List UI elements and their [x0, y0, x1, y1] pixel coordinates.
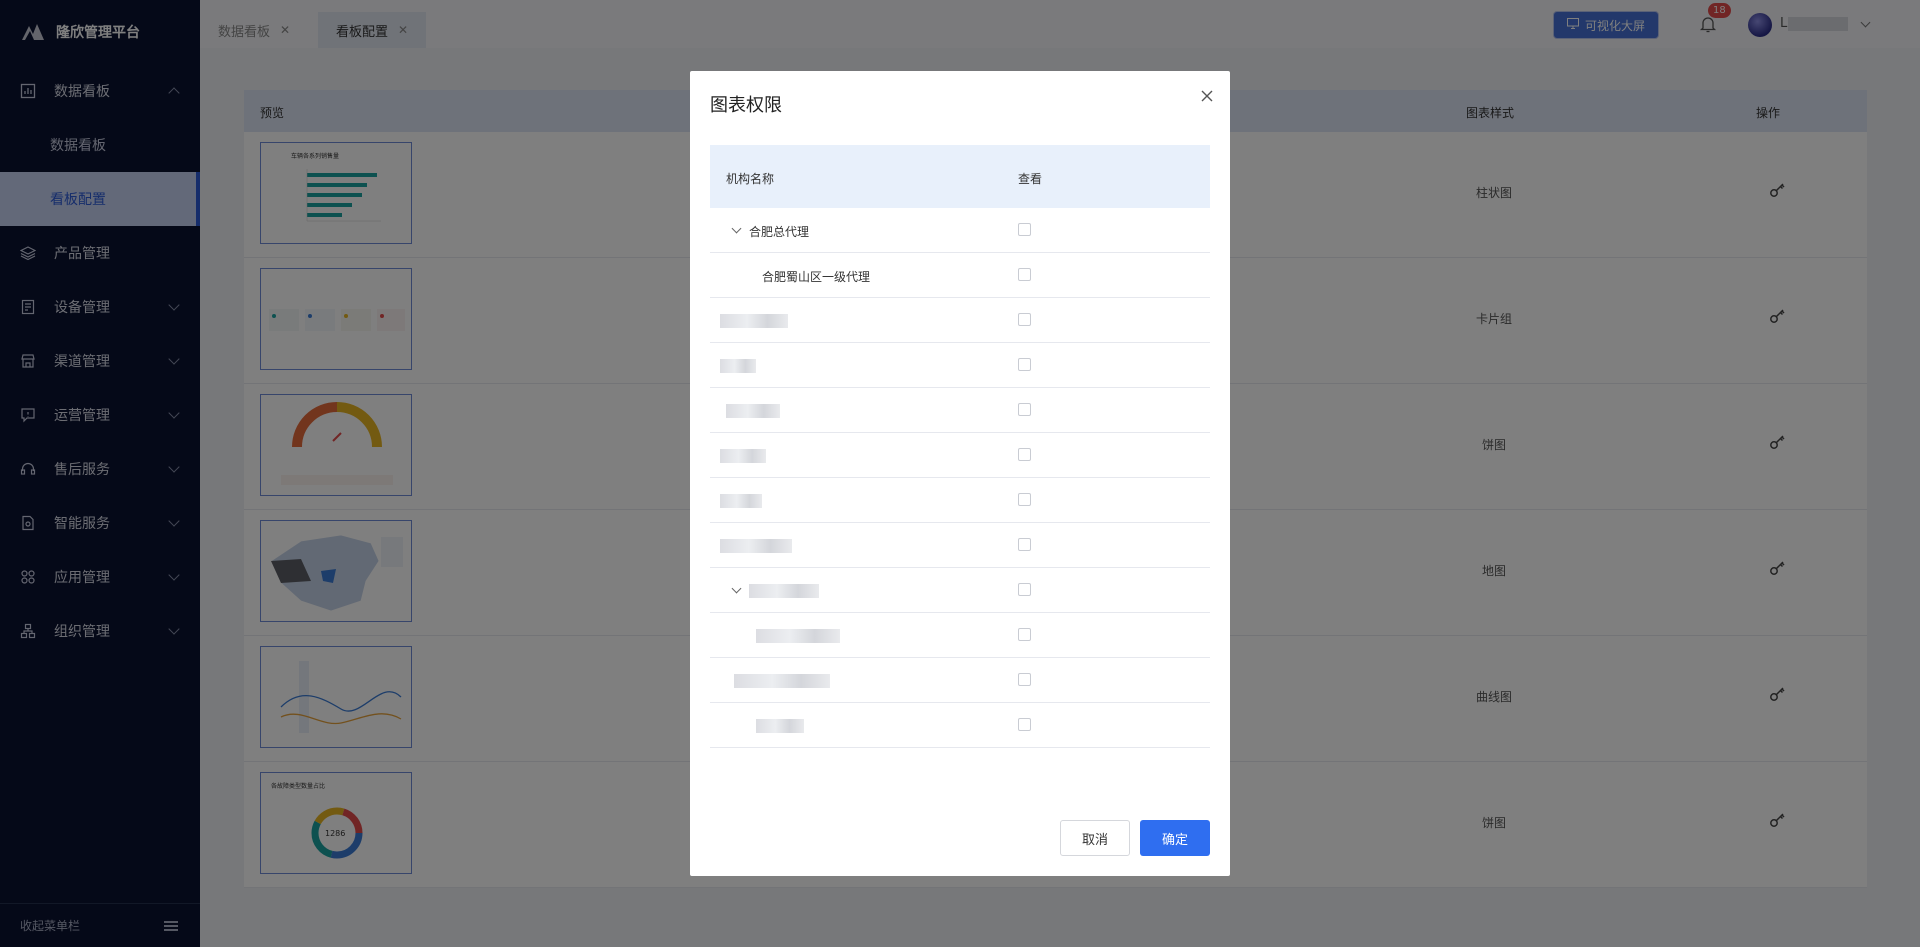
table-row	[710, 298, 1210, 343]
table-row	[710, 703, 1210, 748]
view-checkbox[interactable]	[1018, 673, 1031, 686]
view-checkbox[interactable]	[1018, 493, 1031, 506]
confirm-button[interactable]: 确定	[1140, 820, 1210, 856]
permission-table: 机构名称 查看 合肥总代理 合肥蜀山区一级代理	[710, 145, 1210, 748]
permission-table-header: 机构名称 查看	[710, 145, 1210, 208]
chevron-down-icon[interactable]	[731, 583, 742, 594]
dialog-title: 图表权限	[710, 95, 782, 116]
column-header-org-name: 机构名称	[726, 172, 775, 186]
org-name-redacted	[720, 539, 792, 553]
view-checkbox[interactable]	[1018, 583, 1031, 596]
view-checkbox[interactable]	[1018, 268, 1031, 281]
org-name-redacted	[720, 449, 766, 463]
view-checkbox[interactable]	[1018, 538, 1031, 551]
table-row	[710, 478, 1210, 523]
org-name-redacted	[756, 629, 840, 643]
table-row	[710, 343, 1210, 388]
table-row	[710, 613, 1210, 658]
view-checkbox[interactable]	[1018, 448, 1031, 461]
org-name-redacted	[734, 674, 830, 688]
org-name-redacted	[749, 584, 819, 598]
org-name-redacted	[720, 359, 756, 373]
cancel-button[interactable]: 取消	[1060, 820, 1130, 856]
view-checkbox[interactable]	[1018, 628, 1031, 641]
column-header-view: 查看	[1018, 172, 1043, 186]
org-name-redacted	[726, 404, 780, 418]
table-row	[710, 658, 1210, 703]
chevron-down-icon[interactable]	[731, 223, 742, 234]
table-row: 合肥蜀山区一级代理	[710, 253, 1210, 298]
table-row	[710, 568, 1210, 613]
view-checkbox[interactable]	[1018, 358, 1031, 371]
org-name-redacted	[720, 314, 788, 328]
org-name-redacted	[756, 719, 804, 733]
chart-permission-dialog: 图表权限 机构名称 查看 合肥总代理 合肥蜀山区一级代理 取消 确定	[690, 71, 1230, 876]
view-checkbox[interactable]	[1018, 223, 1031, 236]
view-checkbox[interactable]	[1018, 313, 1031, 326]
table-row: 合肥总代理	[710, 208, 1210, 253]
org-name: 合肥蜀山区一级代理	[762, 270, 871, 284]
table-row	[710, 433, 1210, 478]
org-name-redacted	[720, 494, 762, 508]
table-row	[710, 388, 1210, 433]
org-name: 合肥总代理	[749, 225, 810, 239]
view-checkbox[interactable]	[1018, 718, 1031, 731]
table-row	[710, 523, 1210, 568]
close-icon[interactable]	[1198, 87, 1216, 105]
view-checkbox[interactable]	[1018, 403, 1031, 416]
